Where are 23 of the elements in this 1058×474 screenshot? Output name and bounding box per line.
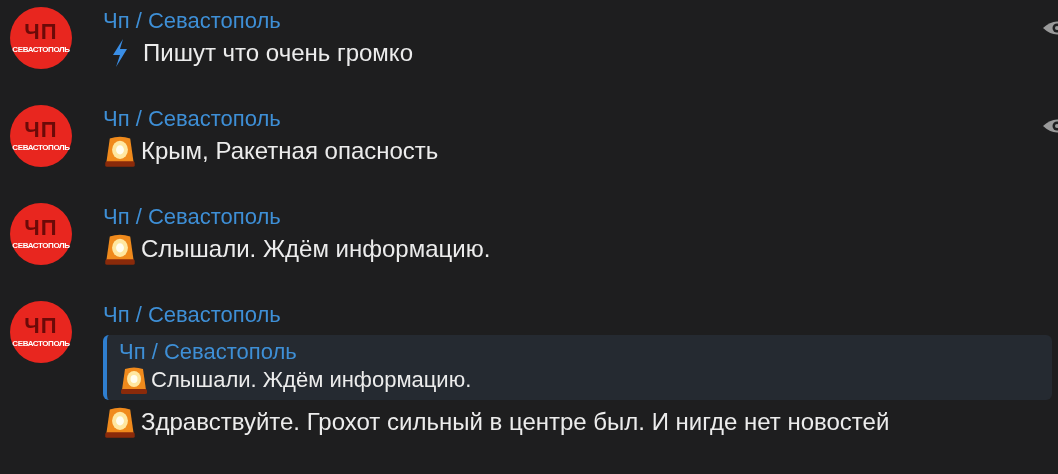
logo-text: ЧП (24, 217, 58, 238)
reply-author-name: Чп / Севастополь (119, 339, 297, 365)
siren-light-icon (103, 232, 137, 266)
author-name[interactable]: Чп / Севастополь (103, 301, 281, 329)
logo-text: СЕВАСТОПОЛЬ (12, 338, 70, 349)
logo-text: СЕВАСТОПОЛЬ (12, 142, 70, 153)
logo-text: СЕВАСТОПОЛЬ (12, 44, 70, 55)
siren-light-icon (103, 134, 137, 168)
author-name[interactable]: Чп / Севастополь (103, 203, 281, 231)
message-text: Крым, Ракетная опасность (141, 136, 439, 166)
message-text: Здравствуйте. Грохот сильный в центре был. И нигде нет новостей (141, 407, 890, 437)
siren-light-icon (119, 365, 149, 395)
siren-light-icon (103, 405, 137, 439)
reply-quote[interactable]: Чп / Севастополь Слышали. Ждём информацию. (103, 335, 1052, 400)
author-name[interactable]: Чп / Севастополь (103, 105, 281, 133)
reply-text: Слышали. Ждём информацию. (151, 366, 472, 394)
message-text: Пишут что очень громко (143, 38, 413, 68)
message-text: Слышали. Ждём информацию. (141, 234, 491, 264)
logo-text: ЧП (24, 119, 58, 140)
logo-text: ЧП (24, 315, 58, 336)
logo-text: ЧП (24, 21, 58, 42)
author-name[interactable]: Чп / Севастополь (103, 7, 281, 35)
logo-text: СЕВАСТОПОЛЬ (12, 240, 70, 251)
